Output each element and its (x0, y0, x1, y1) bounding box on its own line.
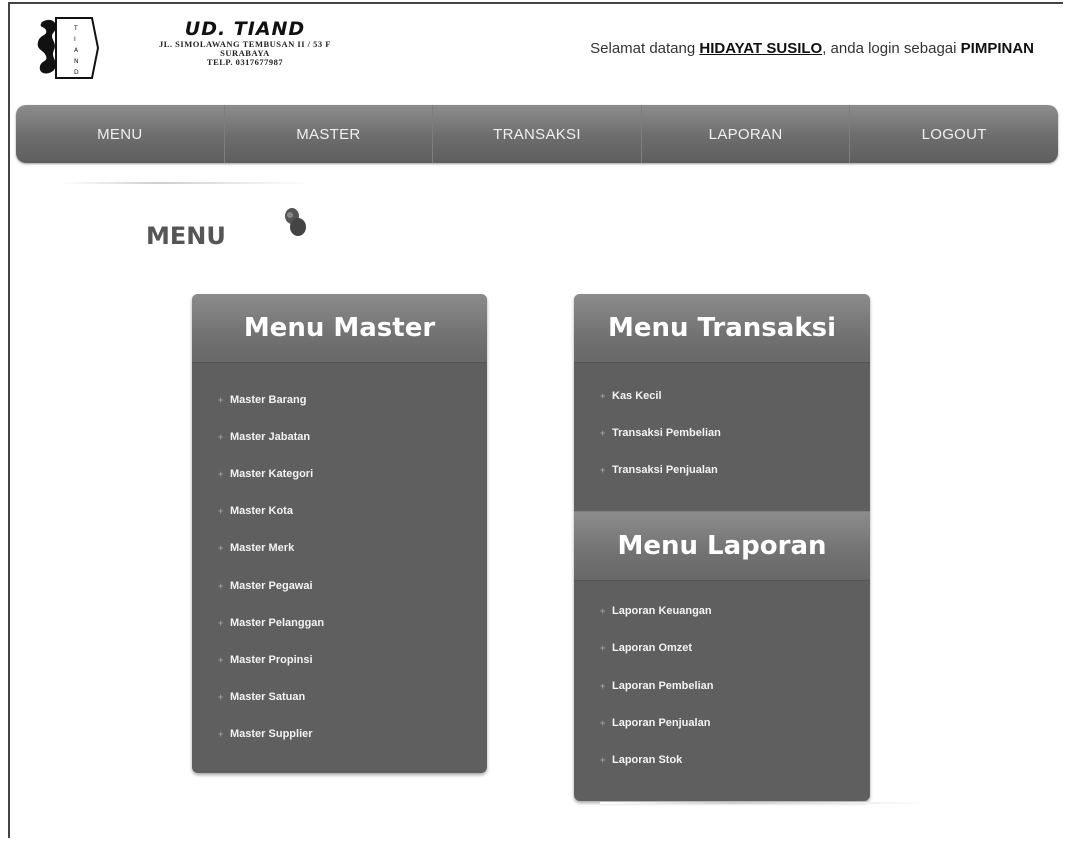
menu-item-label: Master Pelanggan (230, 616, 325, 629)
menu-item-label: Master Barang (230, 393, 307, 406)
menu-laporan-list: + Laporan Keuangan + Laporan Omzet + Lapora… (574, 581, 870, 779)
nav-laporan[interactable]: LAPORAN (642, 105, 851, 163)
menu-item-label: Transaksi Penjualan (612, 463, 718, 476)
menu-item-master-barang[interactable]: + Master Barang (192, 381, 487, 418)
menu-item-label: Master Merk (230, 542, 295, 555)
welcome-prefix: Selamat datang (590, 40, 700, 57)
menu-item-master-supplier[interactable]: + Master Supplier (192, 716, 487, 753)
menu-transaksi-title: Menu Transaksi (574, 294, 870, 363)
plus-icon: + (600, 643, 606, 654)
menu-item-laporan-omzet[interactable]: + Laporan Omzet (574, 630, 870, 667)
plus-icon: + (600, 754, 606, 765)
user-role: PIMPINAN (960, 40, 1034, 57)
menu-transaksi-list: + Kas Kecil + Transaksi Pembelian + Transak… (574, 363, 870, 489)
plus-icon: + (218, 468, 224, 479)
svg-text:T: T (73, 25, 78, 32)
menu-item-master-satuan[interactable]: + Master Satuan (192, 679, 487, 716)
menu-item-laporan-penjualan[interactable]: + Laporan Penjualan (574, 704, 870, 741)
menu-item-label: Laporan Penjualan (612, 716, 711, 729)
company-phone: TELP. 0317677987 (206, 56, 284, 67)
menu-item-master-jabatan[interactable]: + Master Jabatan (192, 418, 487, 455)
svg-text:N: N (74, 58, 79, 65)
menu-item-label: Master Satuan (230, 691, 306, 704)
plus-icon: + (218, 729, 224, 740)
menu-item-label: Master Propinsi (230, 653, 313, 666)
menu-item-label: Laporan Keuangan (612, 605, 712, 618)
nav-transaksi[interactable]: TRANSAKSI (433, 105, 642, 163)
menu-item-label: Kas Kecil (612, 389, 662, 402)
menu-item-laporan-stok[interactable]: + Laporan Stok (574, 741, 870, 778)
menu-item-label: Master Kategori (230, 467, 314, 480)
plus-icon: + (218, 394, 224, 405)
menu-item-label: Laporan Omzet (612, 642, 693, 655)
plus-icon: + (218, 654, 224, 665)
user-name-link[interactable]: HIDAYAT SUSILO (699, 40, 822, 57)
menu-item-master-kota[interactable]: + Master Kota (192, 493, 487, 530)
menu-item-label: Laporan Pembelian (612, 679, 714, 692)
plus-icon: + (600, 717, 606, 728)
nav-master[interactable]: MASTER (225, 105, 434, 163)
plus-icon: + (218, 580, 224, 591)
menu-master-title: Menu Master (192, 294, 487, 363)
menu-item-label: Laporan Stok (612, 753, 683, 766)
menu-item-label: Master Jabatan (230, 430, 311, 443)
plus-icon: + (218, 431, 224, 442)
menu-item-label: Master Supplier (230, 728, 313, 741)
page-title: MENU (146, 222, 226, 250)
plus-icon: + (218, 543, 224, 554)
ornament-icon (285, 208, 306, 236)
menu-item-transaksi-penjualan[interactable]: + Transaksi Penjualan (574, 451, 870, 488)
plus-icon: + (600, 464, 606, 475)
company-info: UD. TIAND JL. SIMOLAWANG TEMBUSAN II / 5… (120, 18, 370, 67)
menu-item-label: Master Kota (230, 505, 293, 518)
svg-text:I: I (74, 36, 76, 43)
plus-icon: + (600, 390, 606, 401)
company-name: UD. TIAND (184, 18, 306, 40)
nav-logout[interactable]: LOGOUT (850, 105, 1058, 163)
menu-item-laporan-pembelian[interactable]: + Laporan Pembelian (574, 667, 870, 704)
menu-item-master-merk[interactable]: + Master Merk (192, 530, 487, 567)
svg-text:A: A (74, 47, 79, 54)
plus-icon: + (600, 680, 606, 691)
welcome-message: Selamat datang HIDAYAT SUSILO, anda logi… (590, 40, 1034, 57)
menu-item-kas-kecil[interactable]: + Kas Kecil (574, 377, 870, 414)
menu-item-master-kategori[interactable]: + Master Kategori (192, 455, 487, 492)
menu-item-master-propinsi[interactable]: + Master Propinsi (192, 641, 487, 678)
menu-item-master-pelanggan[interactable]: + Master Pelanggan (192, 604, 487, 641)
menu-item-master-pegawai[interactable]: + Master Pegawai (192, 567, 487, 604)
heading-divider (60, 182, 310, 184)
menu-item-transaksi-pembelian[interactable]: + Transaksi Pembelian (574, 414, 870, 451)
menu-master-panel: Menu Master + Master Barang + Master Jabat… (192, 294, 487, 773)
main-navbar: MENU MASTER TRANSAKSI LAPORAN LOGOUT (16, 105, 1058, 163)
plus-icon: + (218, 506, 224, 517)
menu-item-label: Master Pegawai (230, 579, 313, 592)
menu-transaksi-laporan-panel: Menu Transaksi + Kas Kecil + Transaksi Pem… (574, 294, 870, 801)
plus-icon: + (218, 692, 224, 703)
nav-menu[interactable]: MENU (16, 105, 225, 163)
welcome-middle: , anda login sebagai (822, 40, 961, 57)
company-logo-icon: T I A N D (37, 17, 100, 79)
plus-icon: + (600, 427, 606, 438)
menu-laporan-title: Menu Laporan (574, 510, 870, 581)
plus-icon: + (218, 617, 224, 628)
bottom-divider (600, 802, 930, 804)
svg-text:D: D (74, 69, 79, 76)
menu-item-laporan-keuangan[interactable]: + Laporan Keuangan (574, 593, 870, 630)
menu-master-list: + Master Barang + Master Jabatan + Master K… (192, 363, 487, 753)
plus-icon: + (600, 606, 606, 617)
menu-item-label: Transaksi Pembelian (612, 426, 721, 439)
